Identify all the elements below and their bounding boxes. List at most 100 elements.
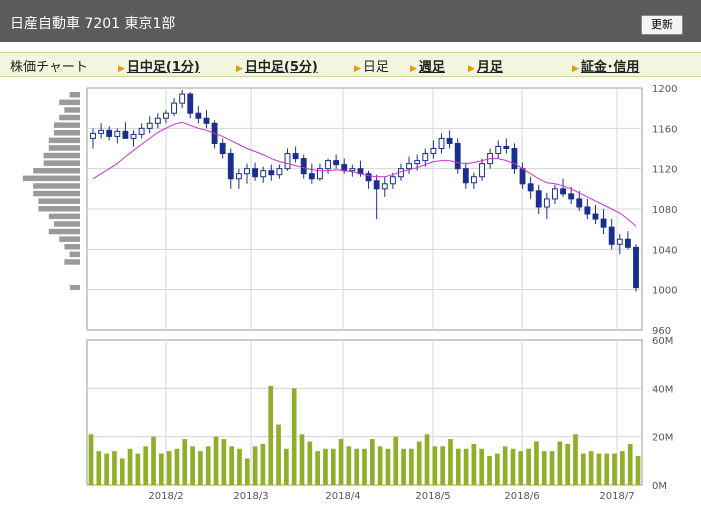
candle-body bbox=[584, 206, 591, 215]
candle-body bbox=[479, 163, 485, 178]
candle-body bbox=[114, 130, 121, 137]
volume-bar bbox=[596, 453, 602, 485]
candle-body bbox=[608, 226, 615, 245]
volume-bar bbox=[252, 446, 258, 485]
candle-body bbox=[430, 148, 437, 155]
volume-bar bbox=[88, 434, 94, 485]
candle-body bbox=[154, 117, 161, 124]
candle-body bbox=[495, 145, 502, 155]
volume-bar bbox=[151, 436, 156, 485]
volume-bar bbox=[362, 448, 367, 485]
candle-body bbox=[422, 153, 429, 162]
volume-profile-bar bbox=[48, 228, 80, 235]
candle-body bbox=[260, 170, 267, 178]
candle-body bbox=[130, 133, 137, 139]
volume-profile-bar bbox=[70, 285, 80, 290]
volume-bar bbox=[557, 441, 563, 485]
volume-bar bbox=[119, 458, 125, 485]
candle-body bbox=[268, 170, 275, 176]
candle-body bbox=[381, 183, 388, 190]
volume-bar bbox=[346, 446, 352, 485]
volume-bar bbox=[604, 453, 610, 485]
price-tick-label: 1040 bbox=[652, 245, 677, 256]
volume-profile-bar bbox=[43, 152, 80, 159]
volume-bar bbox=[268, 385, 274, 485]
volume-bar bbox=[307, 441, 313, 485]
volume-bar bbox=[627, 443, 633, 485]
candle-body bbox=[470, 176, 477, 184]
volume-tick-label: 0M bbox=[652, 481, 667, 492]
candle-body bbox=[568, 193, 575, 200]
volume-profile-bar bbox=[64, 244, 80, 250]
volume-bar bbox=[526, 448, 531, 485]
volume-profile-bar bbox=[38, 206, 80, 212]
candle-body bbox=[576, 198, 583, 208]
volume-bar bbox=[620, 451, 625, 485]
candle-body bbox=[276, 168, 283, 176]
volume-profile-bar bbox=[43, 160, 80, 166]
volume-profile-bar bbox=[22, 175, 80, 182]
volume-bar bbox=[166, 451, 172, 485]
volume-bar bbox=[580, 453, 586, 485]
candle-body bbox=[535, 190, 542, 208]
candle-body bbox=[519, 168, 526, 185]
candle-body bbox=[406, 163, 413, 170]
volume-bar bbox=[190, 446, 195, 485]
candle-body bbox=[308, 173, 315, 180]
volume-bar bbox=[518, 451, 524, 485]
volume-profile-bar bbox=[48, 145, 80, 151]
candle-body bbox=[438, 137, 445, 150]
volume-bar bbox=[291, 388, 297, 485]
volume-bar bbox=[260, 443, 266, 485]
volume-bar bbox=[127, 448, 133, 485]
candle-body bbox=[333, 160, 340, 166]
candle-body bbox=[244, 168, 250, 175]
volume-profile-bar bbox=[59, 114, 80, 121]
volume-bar bbox=[198, 451, 203, 485]
candle-body bbox=[163, 112, 169, 119]
volume-profile-bar bbox=[69, 92, 80, 98]
candle-body bbox=[446, 137, 453, 144]
volume-profile-bar bbox=[33, 190, 80, 197]
candle-body bbox=[527, 183, 534, 192]
candle-body bbox=[616, 238, 623, 245]
volume-bar bbox=[416, 441, 422, 485]
volume-bar bbox=[135, 453, 141, 485]
volume-profile-bar bbox=[54, 130, 80, 136]
volume-bar bbox=[143, 446, 149, 485]
candle-body bbox=[454, 142, 461, 170]
volume-bar bbox=[174, 448, 180, 485]
volume-bar bbox=[96, 451, 102, 485]
volume-bar bbox=[494, 453, 500, 485]
volume-bar bbox=[549, 451, 555, 485]
volume-bar bbox=[182, 439, 188, 485]
candle-body bbox=[252, 168, 259, 178]
volume-bar bbox=[330, 448, 336, 485]
volume-bar bbox=[377, 446, 383, 485]
candle-body bbox=[179, 93, 186, 104]
candle-body bbox=[122, 130, 129, 139]
candle-body bbox=[462, 168, 469, 184]
volume-bar bbox=[510, 448, 516, 485]
volume-bar bbox=[323, 448, 328, 485]
candle-body bbox=[98, 129, 105, 134]
candle-body bbox=[227, 153, 234, 180]
volume-bar bbox=[541, 451, 547, 485]
candle-body bbox=[187, 93, 194, 114]
candle-body bbox=[219, 142, 226, 155]
candle-body bbox=[389, 176, 396, 185]
volume-bar bbox=[354, 448, 360, 485]
candle-body bbox=[592, 213, 599, 220]
volume-profile-bar bbox=[64, 259, 80, 265]
x-tick-label: 2018/3 bbox=[233, 491, 268, 502]
x-tick-label: 2018/2 bbox=[148, 491, 183, 502]
candle-body bbox=[624, 238, 631, 248]
volume-bar bbox=[409, 448, 414, 485]
volume-tick-label: 20M bbox=[652, 433, 673, 444]
volume-bar bbox=[612, 453, 617, 485]
volume-bar bbox=[229, 446, 235, 485]
volume-profile-bar bbox=[64, 107, 80, 113]
x-tick-label: 2018/4 bbox=[325, 491, 360, 502]
volume-bar bbox=[463, 448, 469, 485]
price-tick-label: 1160 bbox=[652, 124, 677, 135]
